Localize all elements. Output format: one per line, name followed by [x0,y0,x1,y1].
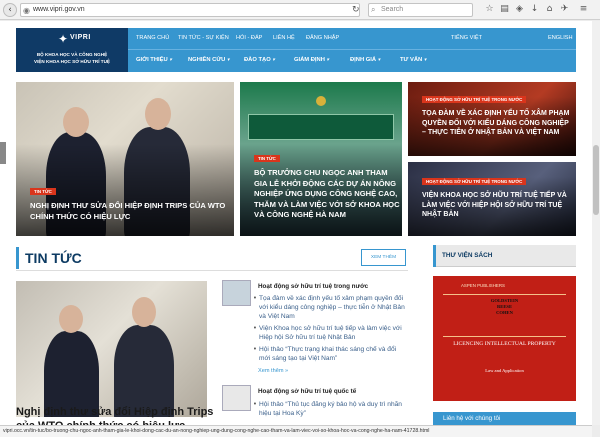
category-badge: TIN TỨC [254,155,280,162]
back-icon[interactable]: ‹ [3,3,17,17]
reading-list-icon[interactable]: ▤ [499,4,510,15]
photo-figure [114,325,174,417]
top-nav: TRANG CHỦ TIN TỨC - SỰ KIỆN HỎI - ĐÁP LI… [128,28,576,50]
chevron-down-icon: ▾ [377,57,381,63]
section-accent-bar [16,247,19,269]
menu-intro[interactable]: GIỚI THIỆU ▾ [136,57,172,63]
slider-prev-arrow[interactable] [0,142,6,164]
photo-figure-head [63,107,89,137]
scrollbar-thumb[interactable] [593,145,599,215]
search-icon: ⌕ [371,5,376,14]
nav-qa[interactable]: HỎI - ĐÁP [236,35,262,41]
url-bar[interactable]: ◉ www.vipri.gov.vn [20,3,360,17]
cover-rule [443,294,566,295]
logo-brand: VIPRI [70,34,91,41]
photo-figure-head [59,305,83,333]
share-icon[interactable]: ✈ [559,4,570,15]
book-cover[interactable]: ASPEN PUBLISHERS GOLDSTEIN REESE COHEN L… [433,276,576,401]
cover-rule [443,336,566,337]
see-more-button[interactable]: XEM THÊM [361,249,406,266]
book-subtitle: Law and Application [485,368,524,373]
browser-search-input[interactable]: ⌕ Search [368,3,473,17]
logo-mark-icon: ✦ [58,32,69,46]
intl-item[interactable]: Hội thảo “Thủ tục đăng ký bảo hộ và duy … [253,400,407,418]
menu-evaluation[interactable]: ĐỊNH GIÁ ▾ [350,57,380,63]
globe-icon: ◉ [23,6,30,15]
reload-icon[interactable]: ↻ [352,3,364,17]
domestic-thumbnail[interactable] [222,280,251,306]
main-nav: GIỚI THIỆU ▾ NGHIÊN CỨU ▾ ĐÀO TẠO ▾ GIÁM… [128,50,576,72]
domestic-item[interactable]: Hội thảo “Thực trạng khai thác sáng chế … [253,345,407,363]
event-banner [248,114,394,140]
library-heading: THƯ VIỆN SÁCH [442,252,493,259]
chevron-down-icon: ▾ [272,57,275,63]
section-accent-bar [433,245,436,267]
nav-home[interactable]: TRANG CHỦ [136,35,169,41]
nav-contact[interactable]: LIÊN HỆ [273,35,295,41]
lead-news-title[interactable]: Nghị định thư sửa đổi Hiệp định Trips củ… [16,405,221,425]
search-placeholder: Search [381,6,404,13]
home-icon[interactable]: ⌂ [544,4,555,15]
chevron-down-icon: ▾ [169,57,172,63]
status-bar: vipri.occ.vn/tin-tuc/bo-truong-chu-ngoc-… [0,425,592,437]
book-title: LICENCING INTELLECTUAL PROPERTY [453,341,556,347]
book-publisher: ASPEN PUBLISHERS [461,283,505,288]
nav-news-events[interactable]: TIN TỨC - SỰ KIỆN [178,35,229,41]
news-heading: TIN TỨC [25,250,82,266]
hero-title[interactable]: NGHỊ ĐỊNH THƯ SỬA ĐỔI HIỆP ĐỊNH TRIPS CỦ… [30,201,226,222]
hero-card-minister[interactable]: TIN TỨC BỘ TRƯỞNG CHU NGỌC ANH THAM GIA … [240,82,402,236]
menu-training[interactable]: ĐÀO TẠO ▾ [244,57,275,63]
category-badge: HOẠT ĐỘNG SỞ HỮU TRÍ TUỆ TRONG NƯỚC [422,96,527,103]
contact-chat-bar[interactable]: Liên hệ với chúng tôi [433,412,576,426]
web-page: ✦ VIPRI BỘ KHOA HỌC VÀ CÔNG NGHỆ VIỆN KH… [0,21,592,425]
library-section-header: THƯ VIỆN SÁCH [433,245,576,267]
domestic-see-more-link[interactable]: Xem thêm » [258,368,288,374]
domestic-item[interactable]: Viện Khoa học sở hữu trí tuệ tiếp và làm… [253,324,407,342]
category-badge: TIN TỨC [30,188,56,195]
site-header: ✦ VIPRI BỘ KHOA HỌC VÀ CÔNG NGHỆ VIỆN KH… [16,28,576,72]
intl-thumbnail[interactable] [222,385,251,411]
menu-consulting[interactable]: TƯ VẤN ▾ [400,57,426,63]
hero-title[interactable]: VIỆN KHOA HỌC SỞ HỮU TRÍ TUỆ TIẾP VÀ LÀM… [422,191,572,220]
photo-figure-head [132,297,156,327]
logo-line-1: BỘ KHOA HỌC VÀ CÔNG NGHỆ [36,52,108,57]
hero-title[interactable]: TỌA ĐÀM VỀ XÁC ĐỊNH YẾU TỐ XÂM PHẠM QUYỀ… [422,109,572,138]
hero-card-trips[interactable]: TIN TỨC NGHỊ ĐỊNH THƯ SỬA ĐỔI HIỆP ĐỊNH … [16,82,234,236]
logo-line-2: VIỆN KHOA HỌC SỞ HỮU TRÍ TUỆ [34,59,110,64]
menu-research[interactable]: NGHIÊN CỨU ▾ [188,57,229,63]
browser-toolbar: ‹ ◉ www.vipri.gov.vn ↻ ⌕ Search ☆ ▤ ◈ ↓ … [0,0,600,20]
domestic-item[interactable]: Tọa đàm về xác định yếu tố xâm phạm quyề… [253,294,407,321]
chevron-down-icon: ▾ [326,57,330,63]
domestic-section-title[interactable]: Hoạt động sở hữu trí tuệ trong nước [258,283,368,290]
download-icon[interactable]: ↓ [529,4,540,15]
menu-appraisal[interactable]: GIÁM ĐỊNH ▾ [294,57,329,63]
hero-card-japan[interactable]: HOẠT ĐỘNG SỞ HỮU TRÍ TUỆ TRONG NƯỚC VIỆN… [408,162,576,236]
hero-card-seminar[interactable]: HOẠT ĐỘNG SỞ HỮU TRÍ TUỆ TRONG NƯỚC TỌA … [408,82,576,156]
intl-section-title[interactable]: Hoạt động sở hữu trí tuệ quốc tế [258,388,356,395]
category-badge: HOẠT ĐỘNG SỞ HỮU TRÍ TUỆ TRONG NƯỚC [422,178,527,185]
lead-news-image[interactable] [16,281,207,417]
photo-figure-head [145,98,171,130]
hero-title[interactable]: BỘ TRƯỞNG CHU NGỌC ANH THAM GIA LỄ KHỞI … [254,168,400,221]
emblem-icon [316,96,326,106]
chevron-down-icon: ▾ [226,57,230,63]
lang-vietnamese[interactable]: TIẾNG VIỆT [451,35,482,41]
pocket-icon[interactable]: ◈ [514,4,525,15]
bookmark-star-icon[interactable]: ☆ [484,4,495,15]
book-authors: GOLDSTEIN REESE COHEN [490,298,519,315]
chevron-down-icon: ▾ [423,57,427,63]
news-section-header: TIN TỨC XEM THÊM [16,247,408,271]
nav-login[interactable]: ĐĂNG NHẬP [306,35,339,41]
site-logo[interactable]: ✦ VIPRI BỘ KHOA HỌC VÀ CÔNG NGHỆ VIỆN KH… [16,28,128,72]
scrollbar[interactable] [592,21,600,425]
lang-english[interactable]: ENGLISH [548,35,573,41]
url-text: www.vipri.gov.vn [33,6,85,13]
menu-icon[interactable]: ≡ [578,4,589,15]
